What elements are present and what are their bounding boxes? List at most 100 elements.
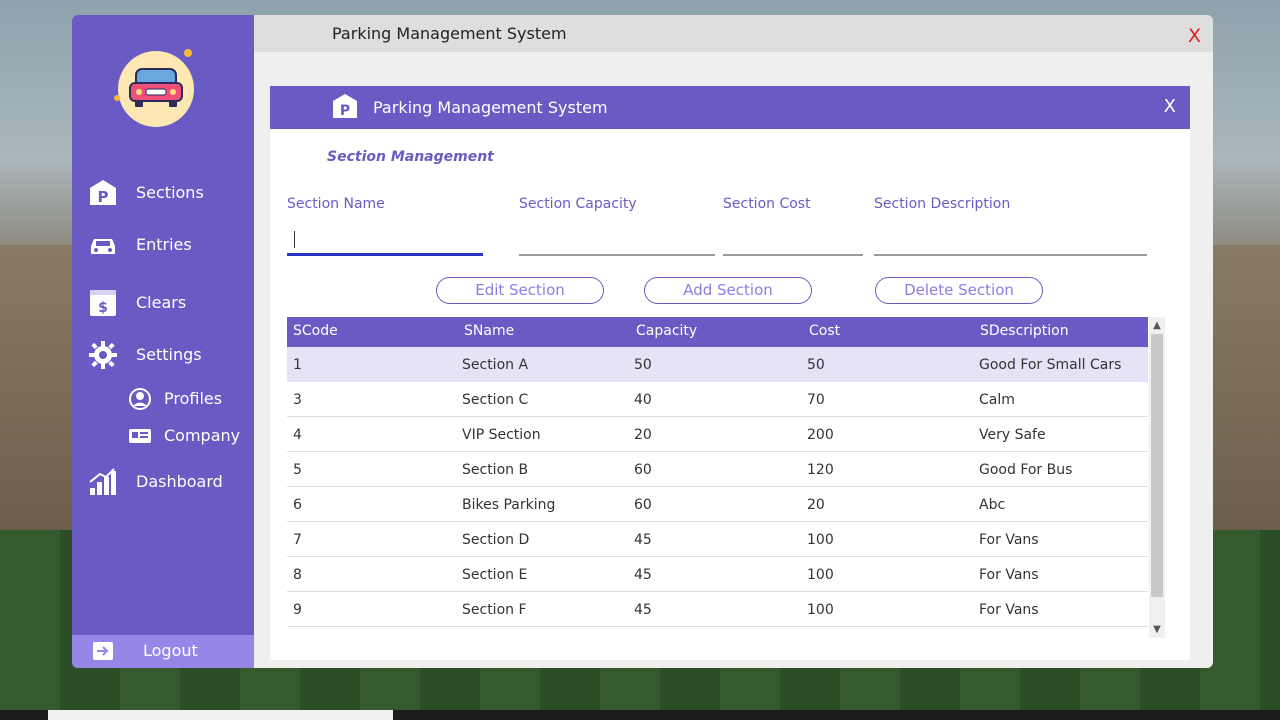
column-header-sdescription[interactable]: SDescription: [980, 323, 1069, 339]
table-row[interactable]: 9 Section F 45 100 For Vans: [287, 592, 1148, 627]
scroll-thumb[interactable]: [1151, 334, 1163, 597]
table-cell: For Vans: [979, 567, 1039, 583]
background-building-left: [0, 245, 72, 535]
sidebar-item-sections[interactable]: P Sections: [72, 173, 254, 213]
table-cell: Section E: [462, 567, 528, 583]
id-card-icon: [128, 425, 152, 447]
table-cell: Calm: [979, 392, 1015, 408]
sidebar-item-dashboard[interactable]: Dashboard: [72, 462, 254, 502]
table-row[interactable]: 4 VIP Section 20 200 Very Safe: [287, 417, 1148, 452]
column-header-scode[interactable]: SCode: [293, 323, 338, 339]
section-capacity-input[interactable]: [519, 226, 715, 256]
table-cell: 200: [807, 427, 834, 443]
table-cell: Section F: [462, 602, 527, 618]
add-section-button[interactable]: Add Section: [644, 277, 812, 304]
table-cell: 1: [293, 357, 302, 373]
table-row[interactable]: 6 Bikes Parking 60 20 Abc: [287, 487, 1148, 522]
svg-text:P: P: [340, 103, 350, 119]
user-icon: [128, 388, 152, 410]
table-cell: 6: [293, 497, 302, 513]
sidebar-item-clears[interactable]: $ Clears: [72, 283, 254, 323]
section-dialog: P Parking Management System X Section Ma…: [270, 86, 1190, 660]
logout-button[interactable]: Logout: [72, 635, 254, 668]
table-cell: 50: [807, 357, 825, 373]
table-cell: For Vans: [979, 532, 1039, 548]
sidebar-item-label: Profiles: [164, 389, 223, 408]
sidebar-item-profiles[interactable]: Profiles: [126, 384, 254, 414]
table-row[interactable]: 8 Section E 45 100 For Vans: [287, 557, 1148, 592]
table-cell: 40: [634, 392, 652, 408]
section-name-label: Section Name: [287, 196, 385, 212]
window-titlebar: Parking Management System X: [254, 15, 1213, 52]
table-cell: 7: [293, 532, 302, 548]
table-cell: 45: [634, 602, 652, 618]
bar-chart-icon: [88, 468, 118, 496]
table-scrollbar[interactable]: ▲ ▼: [1149, 317, 1165, 638]
sidebar-item-entries[interactable]: Entries: [72, 225, 254, 265]
table-cell: 45: [634, 567, 652, 583]
section-description-label: Section Description: [874, 196, 1011, 212]
dialog-header: P Parking Management System X: [270, 86, 1190, 129]
table-row[interactable]: 5 Section B 60 120 Good For Bus: [287, 452, 1148, 487]
table-header: SCode SName Capacity Cost SDescription: [287, 317, 1148, 347]
table-cell: 8: [293, 567, 302, 583]
window-close-button[interactable]: X: [1188, 25, 1201, 47]
table-row[interactable]: 1 Section A 50 50 Good For Small Cars: [287, 347, 1148, 382]
sidebar-item-label: Sections: [136, 183, 204, 202]
sidebar-item-label: Settings: [136, 345, 202, 364]
sidebar-item-label: Entries: [136, 235, 192, 254]
section-capacity-label: Section Capacity: [519, 196, 637, 212]
table-cell: 60: [634, 497, 652, 513]
table-cell: Section C: [462, 392, 529, 408]
table-cell: 20: [807, 497, 825, 513]
svg-text:P: P: [98, 188, 109, 206]
table-cell: Very Safe: [979, 427, 1046, 443]
parking-icon: P: [332, 93, 358, 119]
scroll-down-icon[interactable]: ▼: [1149, 621, 1165, 638]
sections-table[interactable]: SCode SName Capacity Cost SDescription 1…: [287, 317, 1165, 638]
app-logo: [114, 49, 194, 127]
table-cell: 45: [634, 532, 652, 548]
window-title: Parking Management System: [332, 24, 567, 43]
table-cell: 9: [293, 602, 302, 618]
column-header-cost[interactable]: Cost: [809, 323, 840, 339]
sidebar-item-settings[interactable]: Settings: [72, 335, 254, 375]
table-cell: Bikes Parking: [462, 497, 556, 513]
logo-dot: [114, 95, 120, 101]
table-row[interactable]: 3 Section C 40 70 Calm: [287, 382, 1148, 417]
table-cell: 100: [807, 567, 834, 583]
logout-icon: [92, 641, 114, 661]
section-name-input[interactable]: [287, 226, 483, 256]
table-cell: 120: [807, 462, 834, 478]
delete-section-button[interactable]: Delete Section: [875, 277, 1043, 304]
logout-label: Logout: [143, 641, 198, 660]
table-cell: Good For Small Cars: [979, 357, 1122, 373]
sidebar-item-label: Clears: [136, 293, 187, 312]
gear-icon: [88, 341, 118, 369]
section-description-input[interactable]: [874, 226, 1147, 256]
scroll-up-icon[interactable]: ▲: [1149, 317, 1165, 334]
sidebar: P Sections Entries $ Clears Settings Pro…: [72, 15, 254, 668]
table-cell: For Vans: [979, 602, 1039, 618]
logo-dot: [184, 49, 192, 57]
section-cost-input[interactable]: [723, 226, 863, 256]
table-cell: 50: [634, 357, 652, 373]
edit-section-button[interactable]: Edit Section: [436, 277, 604, 304]
table-row[interactable]: 7 Section D 45 100 For Vans: [287, 522, 1148, 557]
table-cell: 100: [807, 532, 834, 548]
background-building-right: [1212, 245, 1280, 535]
car-logo-icon: [129, 68, 183, 107]
dialog-title: Parking Management System: [373, 98, 608, 117]
table-cell: Section D: [462, 532, 530, 548]
section-heading: Section Management: [327, 149, 494, 165]
column-header-capacity[interactable]: Capacity: [636, 323, 697, 339]
sidebar-item-label: Dashboard: [136, 472, 223, 491]
column-header-sname[interactable]: SName: [464, 323, 514, 339]
sidebar-item-label: Company: [164, 426, 241, 445]
taskbar-search[interactable]: [48, 710, 393, 720]
table-cell: Good For Bus: [979, 462, 1073, 478]
parking-icon: P: [88, 179, 118, 207]
dialog-close-button[interactable]: X: [1164, 96, 1176, 117]
sidebar-item-company[interactable]: Company: [126, 421, 254, 451]
car-icon: [88, 231, 118, 259]
